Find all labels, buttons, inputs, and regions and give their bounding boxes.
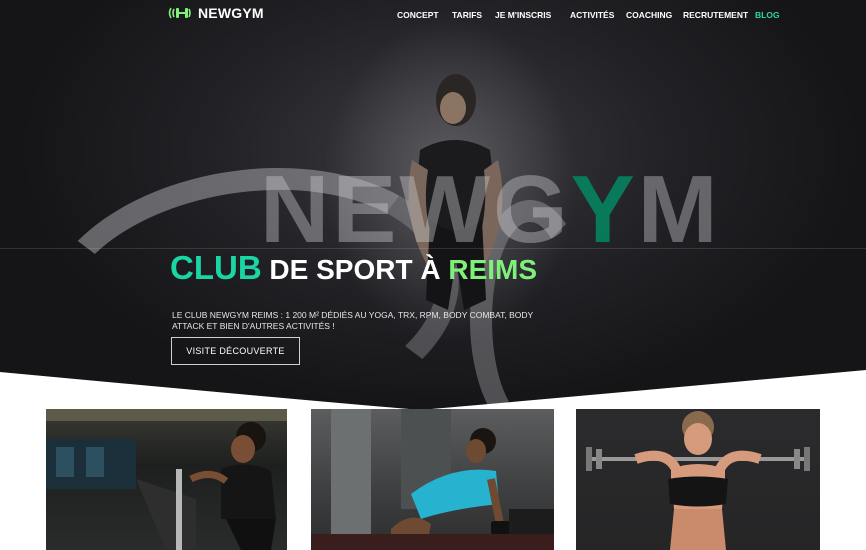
barbell-squat-image — [586, 411, 810, 550]
nav-item-blog[interactable]: BLOG — [755, 10, 780, 22]
nav-item-inscription[interactable]: JE M'INSCRIS — [495, 10, 551, 22]
headline-club: CLUB — [170, 249, 262, 286]
nav-item-recrutement[interactable]: RECRUTEMENT — [683, 10, 748, 22]
card-dumbbell-photo[interactable] — [311, 409, 554, 550]
watermark-text: NEWG — [260, 156, 571, 263]
nav-item-activites[interactable]: ACTIVITÉS — [570, 10, 614, 22]
hero-headline: CLUB DE SPORT À REIMS — [170, 250, 537, 288]
headline-middle: DE SPORT À — [261, 254, 449, 285]
hero-description: Le club NewGym Reims : 1 200 m² dédiés a… — [172, 310, 534, 331]
brand-watermark: NEWGYM — [260, 160, 721, 260]
watermark-end: M — [637, 156, 721, 263]
exercise-bike-image — [46, 409, 287, 550]
brand-logo[interactable]: NEWGYM — [168, 4, 264, 22]
card-bike-photo[interactable] — [46, 409, 287, 550]
nav-item-concept[interactable]: CONCEPT — [397, 10, 439, 22]
nav-item-tarifs[interactable]: TARIFS — [452, 10, 482, 22]
card-barbell-photo[interactable] — [576, 409, 820, 550]
nav-item-coaching[interactable]: COACHING — [626, 10, 672, 22]
top-navigation: NEWGYM CONCEPT TARIFS JE M'INSCRIS ACTIV… — [0, 0, 866, 30]
dumbbell-logo-icon — [168, 7, 191, 19]
hero-banner: NEWGYM CLUB DE SPORT À REIMS Le club New… — [0, 0, 866, 410]
brand-name: NEWGYM — [198, 5, 264, 21]
watermark-accent: Y — [570, 156, 638, 263]
headline-city: REIMS — [448, 254, 538, 285]
dumbbell-row-image — [311, 409, 554, 550]
